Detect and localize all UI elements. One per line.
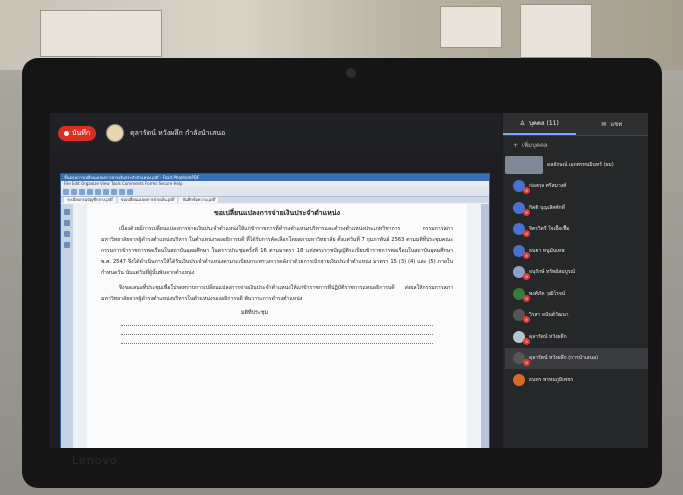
people-tab-label: บุคคล (11) <box>529 120 559 127</box>
mic-off-icon: × <box>523 187 530 195</box>
participant-row[interactable]: × จิตรวิตรี ใจเอื้อเฟื้อ <box>505 219 648 241</box>
recording-label: บันทึก <box>72 128 91 137</box>
participant-row[interactable]: × ธนยา หนูมันเทพ <box>505 240 648 262</box>
mic-off-icon: × <box>523 230 530 238</box>
chat-tab-label: แชท <box>610 121 623 128</box>
hand-tool-icon[interactable] <box>111 188 117 195</box>
add-people-button[interactable]: + เพิ่มบุคคล <box>503 136 648 154</box>
meeting-resolution-label: มติที่ประชุม <box>241 310 269 316</box>
participant-name: อนุรักษ์ ทรัพย์สมบูรณ์ <box>529 269 576 276</box>
participant-list: ดลลักษณ์ เอกพรหมมินทร์ (ผม) × ก่อสกุล ศร… <box>503 154 648 391</box>
mic-off-icon: × <box>523 251 530 259</box>
participant-name: ก่อสกุล ศรีสมวงศ์ <box>529 183 567 190</box>
meeting-screen: บันทึก ดุลารัตน์ หวังผลึก กำลังนำเสนอ ขั… <box>50 113 648 448</box>
pdf-toolbar <box>61 187 489 197</box>
zoom-icon[interactable] <box>127 188 133 195</box>
participant-video-thumbnail <box>505 155 543 174</box>
avatar: × <box>513 309 530 324</box>
people-panel: ♙ บุคคล (11) ✉ แชท + เพิ่มบุคคล ดลลักษณ์… <box>503 113 648 448</box>
participant-name: พงศ์ภัค วุฒิโรจน์ <box>529 290 566 297</box>
mic-off-icon: × <box>523 273 530 281</box>
people-icon: ♙ <box>519 119 526 127</box>
dotted-line <box>121 343 433 344</box>
pdf-tab[interactable]: ขอเปลี่ยนแปลงการจ่ายเงิน.pdf <box>117 197 178 203</box>
participant-row[interactable]: ธนทร พรหมภูมิเพชร <box>505 369 648 391</box>
pdf-tabs: ระเบียบกรมบัญชีกลาง.pdf ขอเปลี่ยนแปลงการ… <box>61 197 489 203</box>
mic-off-icon: × <box>523 337 530 345</box>
webcam <box>346 68 356 78</box>
recording-indicator[interactable]: บันทึก <box>58 125 97 141</box>
attachments-icon[interactable] <box>64 242 70 248</box>
undo-icon[interactable] <box>95 188 101 195</box>
add-person-icon: + <box>513 141 519 149</box>
participant-row[interactable]: × ดุลารัตน์ หวังผลึก <box>505 326 648 348</box>
participant-name: วิรสา อนันต์วัฒนา <box>529 312 569 319</box>
mic-off-icon: × <box>523 316 530 324</box>
participant-name: จิตรวิตรี ใจเอื้อเฟื้อ <box>529 226 570 233</box>
dotted-line <box>121 325 433 326</box>
participant-row[interactable]: × ดุลารัตน์ หวังผลึก (การนำเสนอ) <box>505 347 648 369</box>
laptop-brand-logo: Lenovo <box>72 454 118 467</box>
participant-row[interactable]: × กิตติ บุญเลิศศักดิ์ <box>505 197 648 219</box>
avatar <box>513 373 525 386</box>
pdf-scrollbar[interactable] <box>481 204 489 448</box>
participant-row[interactable]: × อนุรักษ์ ทรัพย์สมบูรณ์ <box>505 262 648 284</box>
email-icon[interactable] <box>87 188 93 195</box>
avatar: × <box>513 244 530 259</box>
pdf-side-panel <box>61 204 73 448</box>
avatar: × <box>513 330 530 345</box>
pdf-tab[interactable]: ระเบียบกรมบัญชีกลาง.pdf <box>64 197 116 203</box>
pdf-window-title: ขั้นตอนการเปลี่ยนแปลงการจ่ายเงินประจำตำแ… <box>61 174 489 181</box>
select-tool-icon[interactable] <box>119 188 125 195</box>
tab-people[interactable]: ♙ บุคคล (11) <box>503 113 576 135</box>
avatar: × <box>513 223 530 238</box>
participant-name: ดุลารัตน์ หวังผลึก <box>529 333 567 340</box>
document-heading: ขอเปลี่ยนแปลงการจ่ายเงินประจำตำแหน่ง <box>213 209 341 217</box>
participant-name: ดุลารัตน์ หวังผลึก (การนำเสนอ) <box>529 355 599 362</box>
avatar: × <box>513 180 530 195</box>
presenter-label: ดุลารัตน์ หวังผลึก กำลังนำเสนอ <box>130 128 226 137</box>
panel-tabs: ♙ บุคคล (11) ✉ แชท <box>503 113 648 136</box>
participant-name: ธนยา หนูมันเทพ <box>529 247 565 254</box>
mic-off-icon: × <box>523 359 530 367</box>
meeting-top-bar: บันทึก ดุลารัตน์ หวังผลึก กำลังนำเสนอ <box>50 113 500 153</box>
participant-row[interactable]: × วิรสา อนันต์วัฒนา <box>505 305 648 327</box>
add-people-label: เพิ่มบุคคล <box>522 142 548 149</box>
avatar: × <box>513 287 530 302</box>
screen-share-icon: × <box>513 352 530 367</box>
shared-screen: ขั้นตอนการเปลี่ยนแปลงการจ่ายเงินประจำตำแ… <box>60 173 490 448</box>
avatar: × <box>513 201 530 216</box>
save-icon[interactable] <box>71 188 77 195</box>
pdf-page: ขอเปลี่ยนแปลงการจ่ายเงินประจำตำแหน่ง เนื… <box>87 204 467 448</box>
pdf-tab[interactable]: บันทึกข้อความ.pdf <box>179 197 219 203</box>
participant-row[interactable]: × พงศ์ภัค วุฒิโรจน์ <box>505 283 648 305</box>
comments-icon[interactable] <box>64 231 70 237</box>
pages-icon[interactable] <box>64 220 70 226</box>
participant-name: ดลลักษณ์ เอกพรหมมินทร์ (ผม) <box>547 161 614 168</box>
presenter-avatar <box>106 124 125 142</box>
open-icon[interactable] <box>63 188 69 195</box>
document-paragraph: เนื่องด้วยมีการเปลี่ยนแปลงการจ่ายเงินประ… <box>101 226 453 276</box>
tab-chat[interactable]: ✉ แชท <box>576 113 649 135</box>
participant-name: ธนทร พรหมภูมิเพชร <box>529 376 574 383</box>
dotted-line <box>121 334 433 335</box>
participant-row[interactable]: × ก่อสกุล ศรีสมวงศ์ <box>505 176 648 198</box>
bookmarks-icon[interactable] <box>64 209 70 215</box>
participant-name: กิตติ บุญเลิศศักดิ์ <box>529 204 565 211</box>
participant-row[interactable]: ดลลักษณ์ เอกพรหมมินทร์ (ผม) <box>505 154 648 176</box>
redo-icon[interactable] <box>103 188 109 195</box>
mic-off-icon: × <box>523 208 530 216</box>
document-paragraph: จึงขอเสนอที่ประชุมเพื่อโปรดทราบการเปลี่ย… <box>101 285 453 302</box>
avatar: × <box>513 266 530 281</box>
mic-off-icon: × <box>523 294 530 302</box>
print-icon[interactable] <box>79 188 85 195</box>
record-dot-icon <box>64 130 69 136</box>
chat-icon: ✉ <box>601 120 607 128</box>
